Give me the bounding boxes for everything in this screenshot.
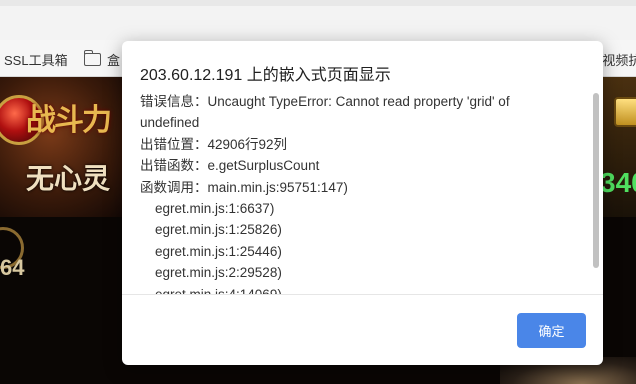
message-line: egret.min.js:1:25826) xyxy=(155,222,282,238)
message-line: 出错函数：e.getSurplusCount xyxy=(140,158,320,174)
game-level-number: 64 xyxy=(0,255,25,280)
message-line: 出错位置：42906行92列 xyxy=(140,136,288,152)
dialog-divider xyxy=(122,294,603,295)
message-line: 函数调用：main.min.js:95751:147) xyxy=(140,179,348,195)
dialog-title: 203.60.12.191 上的嵌入式页面显示 xyxy=(140,67,391,84)
message-scrollbar[interactable] xyxy=(592,91,600,295)
scrollbar-thumb[interactable] xyxy=(593,93,599,268)
gold-ingot-icon[interactable] xyxy=(614,97,636,127)
browser-toolbar xyxy=(0,0,636,41)
message-line: egret.min.js:1:25446) xyxy=(155,243,282,259)
bookmark-video[interactable]: -视频抗 xyxy=(598,50,636,69)
tab-strip xyxy=(0,0,636,6)
game-logo-text: 战斗力 xyxy=(26,103,112,138)
alert-dialog: 203.60.12.191 上的嵌入式页面显示 错误信息：Uncaught Ty… xyxy=(122,41,603,365)
game-score-number: 340 xyxy=(600,167,636,198)
message-line: undefined xyxy=(140,115,200,131)
bookmark-ssl-toolbox[interactable]: SSL工具箱 xyxy=(4,50,68,69)
game-character-name: 无心灵 xyxy=(26,162,111,195)
message-line: egret.min.js:1:6637) xyxy=(155,201,275,217)
dialog-message: 错误信息：Uncaught TypeError: Cannot read pro… xyxy=(140,91,594,295)
folder-icon xyxy=(83,50,101,66)
message-line: egret.min.js:2:29528) xyxy=(155,265,282,281)
bookmark-label: 盒 xyxy=(107,53,121,68)
bookmark-label: SSL工具箱 xyxy=(4,53,68,68)
bookmark-folder[interactable]: 盒 xyxy=(83,50,121,69)
message-line: 错误信息：Uncaught TypeError: Cannot read pro… xyxy=(140,94,510,109)
ok-button[interactable]: 确定 xyxy=(517,313,586,348)
